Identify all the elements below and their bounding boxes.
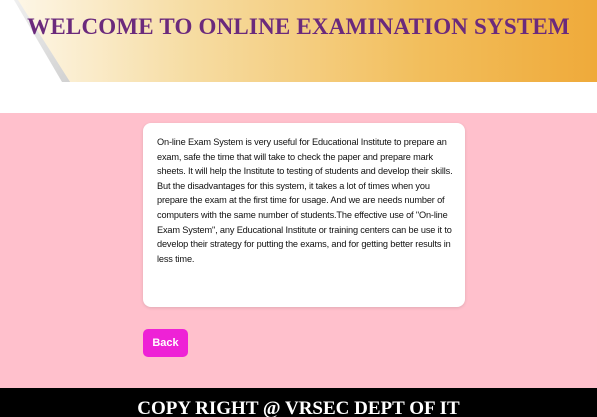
footer: COPY RIGHT @ VRSEC DEPT OF IT (0, 388, 597, 417)
header-banner: WELCOME TO ONLINE EXAMINATION SYSTEM (0, 0, 597, 88)
description-card: On-line Exam System is very useful for E… (143, 123, 465, 307)
page-title: WELCOME TO ONLINE EXAMINATION SYSTEM (27, 14, 570, 39)
copyright-text: COPY RIGHT @ VRSEC DEPT OF IT (137, 398, 460, 417)
header-band (18, 0, 597, 82)
description-text: On-line Exam System is very useful for E… (157, 137, 453, 264)
main-content: On-line Exam System is very useful for E… (0, 113, 597, 388)
back-button[interactable]: Back (143, 329, 188, 357)
